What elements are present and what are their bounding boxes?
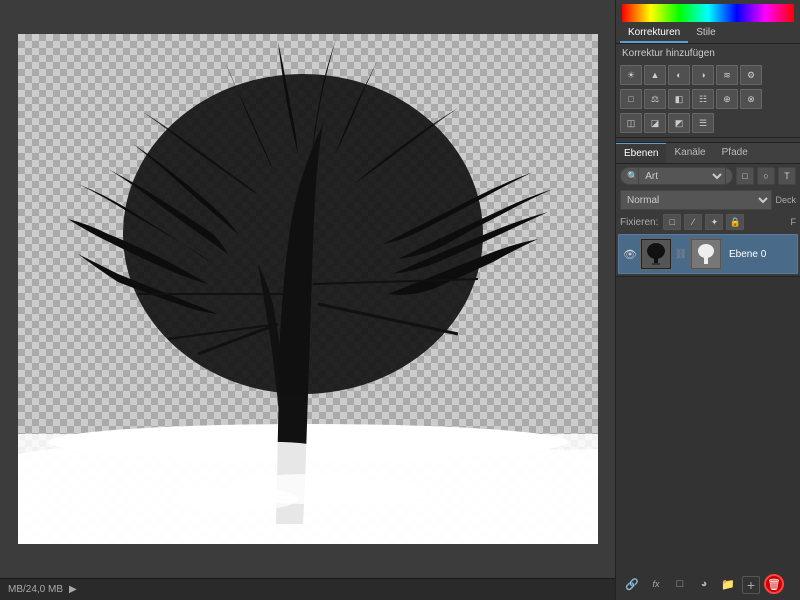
layer-name: Ebene 0 <box>725 249 793 260</box>
deck-label: Deck <box>775 195 796 205</box>
adj-gradient[interactable]: ◪ <box>644 113 666 133</box>
link-layers-btn[interactable]: 🔗 <box>622 574 642 594</box>
layer-mask-thumbnail <box>690 238 722 270</box>
fix-icon-position[interactable]: ✦ <box>705 214 723 230</box>
blend-mode-select[interactable]: Normal <box>620 190 772 210</box>
adj-pattern[interactable]: ☰ <box>692 113 714 133</box>
tree-svg <box>18 34 598 544</box>
layer-icon-btn2[interactable]: ○ <box>757 167 775 185</box>
color-gradient-bar <box>622 4 794 22</box>
adj-levels[interactable]: ▲ <box>644 65 666 85</box>
new-group-btn[interactable]: 📁 <box>718 574 738 594</box>
canvas-container <box>18 34 598 544</box>
tab-stile[interactable]: Stile <box>688 24 723 43</box>
add-mask-btn[interactable]: □ <box>670 574 690 594</box>
layer-toolbar: 🔗 fx □ ◕ 📁 + 🗑 <box>616 276 800 600</box>
new-layer-btn[interactable]: + <box>742 576 760 594</box>
tab-kanaele[interactable]: Kanäle <box>666 143 713 163</box>
adj-vibrance[interactable]: ≋ <box>716 65 738 85</box>
adj-icons-row1: ☀ ▲ ◐ ◑ ≋ ⚙ <box>616 63 800 87</box>
status-text: MB/24,0 MB <box>8 584 63 595</box>
search-wrapper[interactable]: 🔍 Art <box>620 167 733 185</box>
panel-tabs: Ebenen Kanäle Pfade <box>616 142 800 164</box>
layer-icon-btn3[interactable]: T <box>778 167 796 185</box>
adj-colbal[interactable]: □ <box>620 89 642 109</box>
layer-chain-icon: ⛓ <box>675 249 687 260</box>
search-row: 🔍 Art □ ○ T <box>616 164 800 188</box>
adj-selective[interactable]: ◩ <box>668 113 690 133</box>
layer-thumbnail1 <box>640 238 672 270</box>
layer-mask-svg <box>692 240 720 268</box>
status-bar: MB/24,0 MB ▶ <box>0 578 615 600</box>
adj-icons-row2: □ ⚖ ◧ ☷ ⊕ ⊗ <box>616 87 800 111</box>
divider1 <box>616 137 800 138</box>
adj-invert[interactable]: ⊕ <box>716 89 738 109</box>
tab-ebenen[interactable]: Ebenen <box>616 143 666 163</box>
layer-visibility-toggle[interactable]: 👁 <box>623 247 637 261</box>
fix-icon-transparency[interactable]: □ <box>663 214 681 230</box>
layer-type-filter[interactable]: Art <box>638 167 726 185</box>
adj-hsl[interactable]: ⚙ <box>740 65 762 85</box>
adj-brightness[interactable]: ☀ <box>620 65 642 85</box>
layer-thumb-svg <box>642 240 670 268</box>
canvas-area: MB/24,0 MB ▶ <box>0 0 615 600</box>
top-tabs: Korrekturen Stile <box>616 24 800 44</box>
fx-label: F <box>791 217 797 227</box>
adj-bw[interactable]: ⚖ <box>644 89 666 109</box>
adj-icons-row3: ◫ ◪ ◩ ☰ <box>616 111 800 135</box>
right-panel: Korrekturen Stile Korrektur hinzufügen ☀… <box>615 0 800 600</box>
canvas-wrapper <box>0 0 615 578</box>
adj-curves[interactable]: ◐ <box>668 65 690 85</box>
fix-icon-paint[interactable]: ⁄ <box>684 214 702 230</box>
fix-icon-all[interactable]: 🔒 <box>726 214 744 230</box>
tree-image <box>18 34 598 544</box>
play-button[interactable]: ▶ <box>69 584 77 595</box>
delete-layer-btn[interactable]: 🗑 <box>764 574 784 594</box>
layer-row[interactable]: 👁 ⛓ Ebene 0 <box>618 234 798 274</box>
layer-icon-btn1[interactable]: □ <box>736 167 754 185</box>
adj-poster[interactable]: ⊗ <box>740 89 762 109</box>
blend-row: Normal Deck <box>616 188 800 212</box>
new-adj-layer-btn[interactable]: ◕ <box>694 574 714 594</box>
korrektur-header: Korrektur hinzufügen <box>616 44 800 63</box>
adj-channel[interactable]: ☷ <box>692 89 714 109</box>
tab-korrekturen[interactable]: Korrekturen <box>620 24 688 43</box>
app-layout: MB/24,0 MB ▶ Korrekturen Stile Korrektur… <box>0 0 800 600</box>
tab-pfade[interactable]: Pfade <box>714 143 756 163</box>
fix-row: Fixieren: □ ⁄ ✦ 🔒 F <box>616 212 800 232</box>
search-icon: 🔍 <box>627 171 638 182</box>
adj-photo[interactable]: ◧ <box>668 89 690 109</box>
layer-style-btn[interactable]: fx <box>646 574 666 594</box>
adj-exposure[interactable]: ◑ <box>692 65 714 85</box>
fix-label: Fixieren: <box>620 217 658 228</box>
adj-threshold[interactable]: ◫ <box>620 113 642 133</box>
